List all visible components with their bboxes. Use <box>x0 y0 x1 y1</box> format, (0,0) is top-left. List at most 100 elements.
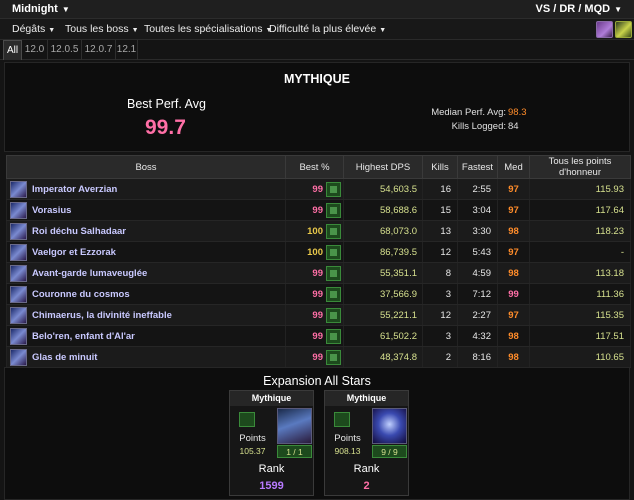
boss-cell[interactable]: Roi déchu Salhadaar <box>6 220 286 242</box>
spec-icon[interactable] <box>326 223 341 239</box>
boss-cell[interactable]: Chimaerus, la divinité ineffable <box>6 304 286 326</box>
table-row[interactable]: Imperator Averzian 99 54,603.5 16 2:55 97 115.… <box>6 178 631 200</box>
filter-bar: Dégâts ▼ Tous les boss ▼ Toutes les spécia… <box>0 19 634 40</box>
col-med[interactable]: Med <box>497 155 530 179</box>
tab-12-1[interactable]: 12.1 <box>116 40 138 60</box>
spec-icon[interactable] <box>326 181 341 197</box>
boss-name[interactable]: Couronne du cosmos <box>32 289 130 300</box>
col-best[interactable]: Best % <box>285 155 344 179</box>
highest-dps: 61,502.2 <box>343 325 423 347</box>
boss-name[interactable]: Vaelgor et Ezzorak <box>32 247 116 258</box>
boss-cell[interactable]: Vorasius <box>6 199 286 221</box>
boss-name[interactable]: Glas de minuit <box>32 352 97 363</box>
rank-value: 1599 <box>259 480 284 492</box>
points-label: Points <box>334 433 361 444</box>
table-row[interactable]: Couronne du cosmos 99 37,566.9 3 7:12 99 111.3… <box>6 283 631 305</box>
kills: 15 <box>422 199 458 221</box>
spec-icon[interactable] <box>326 202 341 218</box>
median: 97 <box>497 178 530 200</box>
fastest: 5:43 <box>457 241 498 263</box>
all-stars-points: 110.65 <box>529 346 631 368</box>
col-allstars[interactable]: Tous les points d'honneur <box>529 155 631 179</box>
boss-cell[interactable]: Belo'ren, enfant d'Al'ar <box>6 325 286 347</box>
boss-cell[interactable]: Vaelgor et Ezzorak <box>6 241 286 263</box>
table-row[interactable]: Chimaerus, la divinité ineffable 99 55,221… <box>6 304 631 326</box>
median: 98 <box>497 325 530 347</box>
fastest: 2:55 <box>457 178 498 200</box>
kills: 12 <box>422 304 458 326</box>
spec-icon[interactable] <box>326 349 341 365</box>
fastest: 8:16 <box>457 346 498 368</box>
best-percent: 99 <box>312 288 323 300</box>
difficulty-dropdown[interactable]: Difficulté la plus élevée ▼ <box>269 23 386 35</box>
spec-icon[interactable] <box>326 307 341 323</box>
table-row[interactable]: Glas de minuit 99 48,374.8 2 8:16 98 110.65 <box>6 346 631 368</box>
col-fastest[interactable]: Fastest <box>457 155 498 179</box>
median: 97 <box>497 304 530 326</box>
all-stars-card[interactable]: Mythique Points 908.13 9 / 9 Rank 2 <box>324 390 409 496</box>
col-kills[interactable]: Kills <box>422 155 458 179</box>
boss-cell[interactable]: Couronne du cosmos <box>6 283 286 305</box>
table-row[interactable]: Vaelgor et Ezzorak 100 86,739.5 12 5:43 97- <box>6 241 631 263</box>
metric-dropdown[interactable]: Dégâts ▼ <box>12 23 55 35</box>
spec-icon[interactable] <box>615 21 632 38</box>
kills: 8 <box>422 262 458 284</box>
spec-icon[interactable] <box>326 265 341 281</box>
all-stars-points: 113.18 <box>529 262 631 284</box>
tab-12-0-7[interactable]: 12.0.7 <box>82 40 116 60</box>
table-header: Boss Best % Highest DPS Kills Fastest Me… <box>6 155 631 179</box>
boss-icon <box>10 201 27 219</box>
spec-icon[interactable] <box>326 286 341 302</box>
boss-name[interactable]: Avant-garde lumaveuglée <box>32 268 147 279</box>
col-dps[interactable]: Highest DPS <box>343 155 423 179</box>
boss-cell[interactable]: Imperator Averzian <box>6 178 286 200</box>
rank-label: Rank <box>353 463 380 475</box>
chevron-down-icon: ▼ <box>48 27 56 34</box>
all-stars-points: 117.64 <box>529 199 631 221</box>
boss-icon <box>10 222 27 240</box>
table-row[interactable]: Belo'ren, enfant d'Al'ar 99 61,502.2 3 4:32 9… <box>6 325 631 347</box>
spec-count: 1 / 1 <box>277 445 312 458</box>
kills: 2 <box>422 346 458 368</box>
boss-name[interactable]: Imperator Averzian <box>32 184 117 195</box>
best-percent: 99 <box>312 183 323 195</box>
kills-value: 84 <box>508 121 519 132</box>
boss-name[interactable]: Belo'ren, enfant d'Al'ar <box>32 331 135 342</box>
table-row[interactable]: Avant-garde lumaveuglée 99 55,351.1 8 4:59 98… <box>6 262 631 284</box>
boss-cell[interactable]: Glas de minuit <box>6 346 286 368</box>
all-stars-card[interactable]: Mythique Points 105.37 1 / 1 Rank 1599 <box>229 390 314 496</box>
best-perf-value: 99.7 <box>145 116 186 139</box>
boss-dropdown[interactable]: Tous les boss ▼ <box>65 23 139 35</box>
tab-all[interactable]: All <box>3 40 22 60</box>
table-row[interactable]: Vorasius 99 58,688.6 15 3:04 97 117.64 <box>6 199 631 221</box>
boss-name[interactable]: Vorasius <box>32 205 71 216</box>
raid-art-icon <box>277 408 312 444</box>
boss-cell[interactable]: Avant-garde lumaveuglée <box>6 262 286 284</box>
partition-selector[interactable]: VS / DR / MQD ▼ <box>536 3 622 15</box>
tab-12-0[interactable]: 12.0 <box>22 40 48 60</box>
highest-dps: 48,374.8 <box>343 346 423 368</box>
boss-table-wrap: Boss Best % Highest DPS Kills Fastest Me… <box>6 155 631 368</box>
spec-filter-label: Toutes les spécialisations <box>144 23 263 35</box>
best-percent: 99 <box>312 330 323 342</box>
boss-icon <box>10 180 27 198</box>
best-percent: 99 <box>312 204 323 216</box>
tab-12-0-5[interactable]: 12.0.5 <box>48 40 82 60</box>
boss-icon <box>10 285 27 303</box>
highest-dps: 86,739.5 <box>343 241 423 263</box>
boss-name[interactable]: Roi déchu Salhadaar <box>32 226 126 237</box>
spec-icon[interactable] <box>326 328 341 344</box>
median-label: Median Perf. Avg: <box>431 107 506 118</box>
best-percent: 99 <box>312 267 323 279</box>
table-row[interactable]: Roi déchu Salhadaar 100 68,073.0 13 3:30 98 11… <box>6 220 631 242</box>
class-icon[interactable] <box>596 21 613 38</box>
spec-icon[interactable] <box>326 244 341 260</box>
spec-dropdown[interactable]: Toutes les spécialisations ▼ <box>144 23 272 35</box>
col-boss[interactable]: Boss <box>6 155 286 179</box>
median: 98 <box>497 220 530 242</box>
fastest: 4:59 <box>457 262 498 284</box>
kills: 13 <box>422 220 458 242</box>
zone-selector[interactable]: Midnight ▼ <box>12 3 70 15</box>
zone-label: Midnight <box>12 3 58 15</box>
boss-name[interactable]: Chimaerus, la divinité ineffable <box>32 310 172 321</box>
